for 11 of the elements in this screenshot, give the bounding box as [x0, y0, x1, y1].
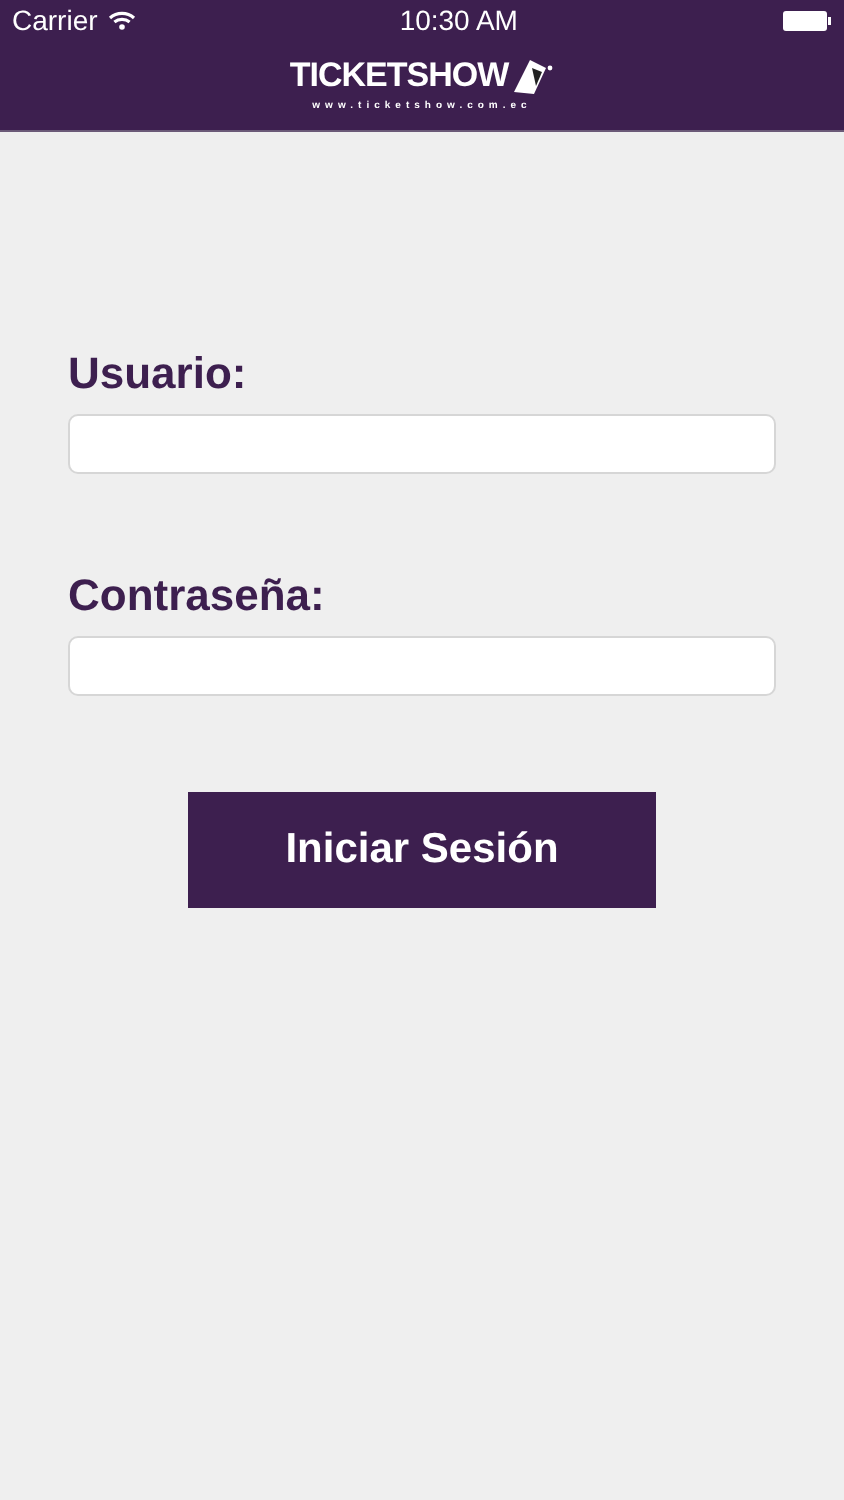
ticket-icon: [510, 56, 555, 96]
login-button[interactable]: Iniciar Sesión: [188, 792, 656, 908]
field-label: Contraseña:: [68, 570, 327, 622]
field-label: Usuario:: [68, 348, 249, 400]
logo-text: TICKETSHOW: [289, 56, 509, 96]
clock-time: 10:30 AM: [399, 4, 518, 36]
carrier-label: Carrier: [12, 4, 98, 36]
wifi-icon: [107, 10, 136, 30]
battery-icon: [782, 9, 832, 31]
input-field[interactable]: [68, 414, 776, 474]
input-field[interactable]: [68, 636, 776, 696]
